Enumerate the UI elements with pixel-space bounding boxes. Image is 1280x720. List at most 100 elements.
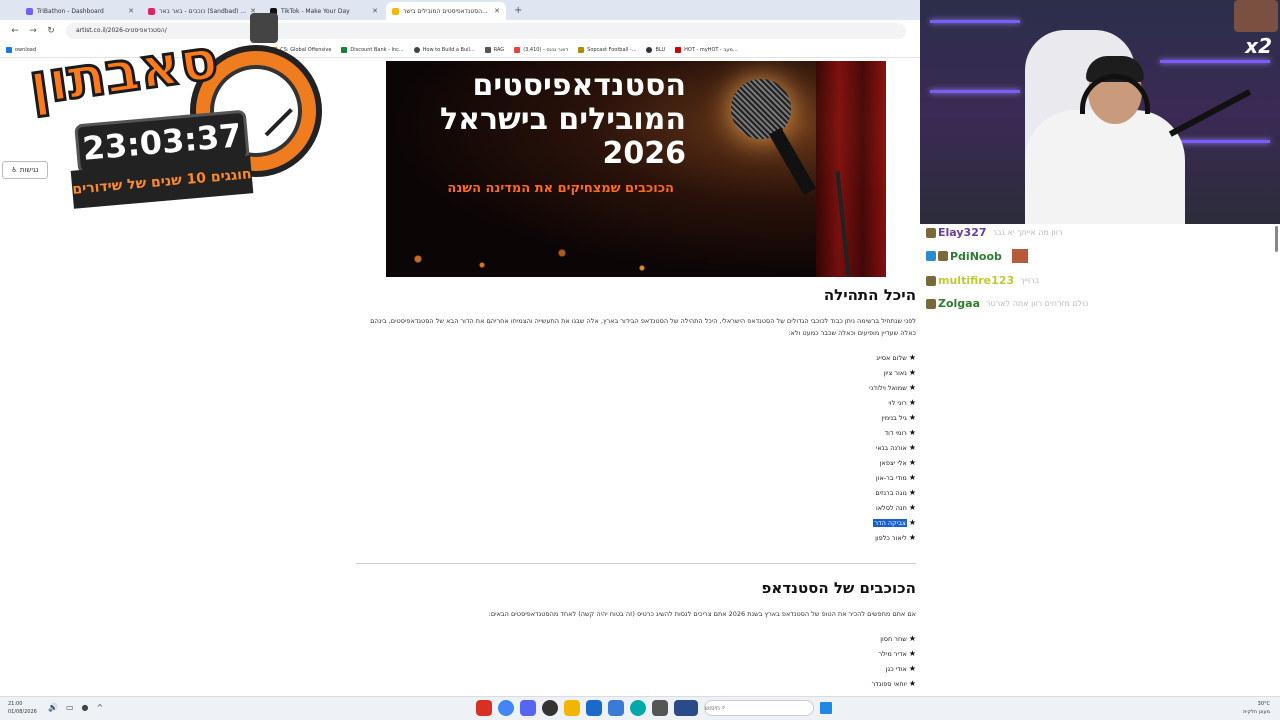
hero-subtitle: הכוכבים שמצחיקים את המדינה השנה — [447, 181, 674, 196]
selected-text: צביקה הדר — [873, 518, 907, 527]
chat-username[interactable]: PdiNoob — [950, 250, 1002, 263]
chat-scrollbar[interactable] — [1275, 226, 1278, 252]
obs-icon[interactable] — [542, 700, 558, 716]
bookmark-favicon-icon — [484, 46, 491, 53]
streamer-body — [1025, 110, 1185, 224]
new-tab-button[interactable]: + — [514, 2, 522, 20]
list-item-text: גיל בנימין — [881, 413, 907, 422]
bookmark-item[interactable]: HOT - myHOT - מעב... — [675, 46, 738, 53]
chrome-icon[interactable] — [498, 700, 514, 716]
list-item[interactable]: ★ אורנה בנאי — [716, 440, 916, 455]
hall-of-fame-list: ★ שלום אסייג ★ נאור ציון ★ שמואל וילוז'ני ★… — [716, 350, 916, 545]
bookmark-favicon-icon — [578, 46, 585, 53]
chat-username[interactable]: multifire123 — [938, 274, 1014, 287]
bookmark-item[interactable]: (3,410) - דואר נכנס — [514, 46, 569, 53]
star-icon: ★ — [908, 353, 916, 362]
system-tray: 🔊 ▭ ● ^ — [48, 703, 111, 712]
star-icon: ★ — [908, 649, 916, 658]
bookmark-item[interactable]: Sopcast Football -... — [578, 46, 637, 53]
curtain-decoration — [816, 61, 886, 277]
stars-list: ★ שחר חסון ★ אדיר מילר ★ אודי כגן ★ יוחאי ספ… — [716, 631, 916, 691]
star-icon: ★ — [908, 428, 916, 437]
bookmark-item[interactable]: RAG — [484, 46, 505, 53]
stopwatch-knob — [250, 13, 278, 43]
discord-icon[interactable] — [520, 700, 536, 716]
star-icon: ★ — [908, 413, 916, 422]
app-icon[interactable] — [608, 700, 624, 716]
mic-icon[interactable]: ● — [82, 703, 89, 712]
accessibility-button[interactable]: נגישות ♿ — [2, 161, 48, 179]
list-item[interactable]: ★ רוני לוי — [716, 395, 916, 410]
chat-username[interactable]: Elay327 — [938, 226, 987, 239]
chat-message: Zolgaa כולם מזרחים רוון אתה לארטר — [926, 297, 1089, 310]
tray-chevron-icon[interactable]: ^ — [97, 703, 104, 712]
list-item[interactable]: ★ שחר חסון — [716, 631, 916, 646]
widget-icon[interactable] — [674, 700, 698, 716]
app-icon[interactable] — [476, 700, 492, 716]
list-item-text: אורנה בנאי — [875, 443, 907, 452]
star-favicon-icon — [392, 7, 399, 15]
search-placeholder: חיפוש — [705, 704, 720, 712]
display-icon[interactable]: ▭ — [66, 703, 74, 712]
steam-icon[interactable] — [586, 700, 602, 716]
folder-icon[interactable] — [564, 700, 580, 716]
close-icon[interactable]: ✕ — [372, 7, 378, 15]
section-heading-hall-of-fame: היכל התהילה — [823, 286, 916, 304]
list-item[interactable]: ★ שמואל וילוז'ני — [716, 380, 916, 395]
list-item[interactable]: ★ אלי יצפאן — [716, 455, 916, 470]
hero-title-line: המובילים בישראל — [440, 102, 686, 137]
list-item[interactable]: ★ שלום אסייג — [716, 350, 916, 365]
clock-time: 21:00 — [8, 701, 23, 707]
list-item[interactable]: ★ חנה לסלאו — [716, 500, 916, 515]
list-item[interactable]: ★ ליאור כלפון — [716, 530, 916, 545]
bookmark-label: (3,410) - דואר נכנס — [523, 46, 569, 53]
bookmark-item[interactable]: BLU — [646, 46, 666, 53]
list-item[interactable]: ★ אודי כגן — [716, 661, 916, 676]
list-item-text: אודי כגן — [885, 664, 907, 673]
bookmark-item[interactable]: How to Build a Buil... — [413, 46, 475, 53]
stopwatch-hand — [264, 108, 293, 137]
task-view-icon[interactable] — [652, 700, 668, 716]
list-item[interactable]: ★ גיל בנימין — [716, 410, 916, 425]
list-item[interactable]: ★ נוגה ברנזים — [716, 485, 916, 500]
weather-temp: 30°C — [1257, 701, 1270, 707]
chat-username[interactable]: Zolgaa — [938, 297, 980, 310]
bookmark-label: RAG — [493, 46, 505, 53]
list-item-text: יוחאי ספונדר — [871, 679, 907, 688]
list-item[interactable]: ★ נאור ציון — [716, 365, 916, 380]
list-item-text: שחר חסון — [880, 634, 907, 643]
list-item-text: אדיר מילר — [878, 649, 907, 658]
list-item[interactable]: ★ יוחאי ספונדר — [716, 676, 916, 691]
list-item[interactable]: ★ מודי בר-און — [716, 470, 916, 485]
search-icon: ⌕ — [721, 704, 726, 711]
hero-banner-image: הסטנדאפיסטים המובילים בישראל 2026 הכוכבי… — [386, 61, 886, 277]
accessibility-label: נגישות — [19, 166, 39, 174]
chat-message: PdiNoob — [926, 249, 1028, 263]
bookmark-label: BLU — [655, 46, 666, 53]
weather-widget[interactable]: 30°C מעונן חלקית — [1243, 700, 1270, 716]
bookmark-item[interactable]: Discount Bank - Inc... — [341, 46, 404, 53]
taskbar-search-input[interactable]: ⌕ חיפוש — [704, 700, 814, 716]
edge-icon[interactable] — [630, 700, 646, 716]
bookmark-favicon-icon — [675, 46, 682, 53]
list-item-text: רומי דוד — [884, 428, 907, 437]
section-paragraph: לפני שנתחיל ברשימה ניתן כבוד לכוכבי הגדו… — [370, 317, 916, 337]
volume-icon[interactable]: 🔊 — [48, 703, 58, 712]
tab-standup-active[interactable]: הסטנדאפיסטים המובילים בישר... ✕ — [386, 2, 506, 20]
list-item-text: רוני לוי — [888, 398, 907, 407]
chat-message: multifire123 ברוייך — [926, 274, 1039, 287]
taskbar-apps: ⌕ חיפוש — [476, 700, 838, 716]
list-item-text: נוגה ברנזים — [875, 488, 907, 497]
microphone-handle — [768, 127, 817, 196]
close-icon[interactable]: ✕ — [494, 7, 500, 15]
list-item-selected[interactable]: ★ צביקה הדר — [716, 515, 916, 530]
shelf-light — [930, 90, 1020, 93]
bookmark-label: Sopcast Football -... — [587, 46, 637, 53]
chat-panel: Elay327 רוון מה אייתך יא גבר PdiNoob mul… — [920, 224, 1280, 696]
list-item[interactable]: ★ אדיר מילר — [716, 646, 917, 661]
windows-start-icon[interactable] — [820, 702, 832, 714]
bookmark-favicon-icon — [341, 46, 348, 53]
chat-text: כולם מזרחים רוון אתה לארטר — [986, 299, 1089, 308]
star-icon: ★ — [908, 664, 916, 673]
list-item[interactable]: ★ רומי דוד — [716, 425, 916, 440]
